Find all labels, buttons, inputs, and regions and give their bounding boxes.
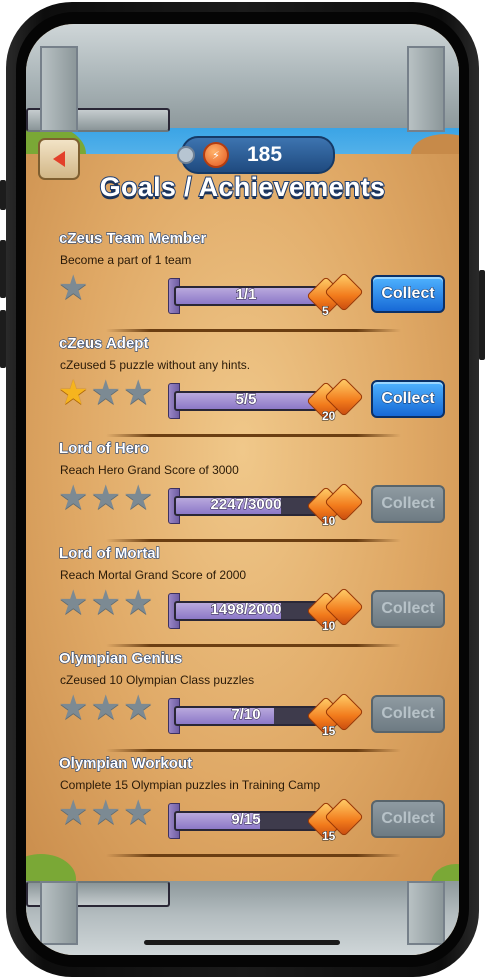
- achievement-title: Lord of Hero: [58, 439, 149, 457]
- achievement-description: cZeused 5 puzzle without any hints.: [60, 358, 251, 372]
- reward-gems: 15: [306, 797, 364, 849]
- star-icon: ★: [122, 583, 154, 623]
- star-icon: ★: [90, 478, 121, 518]
- stone-frame-top: [26, 24, 459, 132]
- achievement-row: Olympian Genius cZeused 10 Olympian Clas…: [26, 649, 459, 755]
- pill-knob: [177, 146, 195, 164]
- mute-switch: [0, 180, 6, 210]
- stone-bracket-left: [40, 46, 78, 132]
- progress-text: 7/10: [231, 706, 261, 724]
- power-button: [479, 270, 485, 360]
- collect-button[interactable]: Collect: [371, 695, 445, 733]
- achievement-description: Complete 15 Olympian puzzles in Training…: [60, 778, 321, 792]
- row-divider: [106, 749, 401, 752]
- achievement-row: cZeus Adept cZeused 5 puzzle without any…: [26, 334, 459, 440]
- coin-count: 185: [247, 143, 283, 166]
- star-icon: ★: [90, 793, 121, 833]
- coin-counter: ⚡ 185: [177, 136, 335, 174]
- achievement-row: Lord of Mortal Reach Mortal Grand Score …: [26, 544, 459, 650]
- star-icon: ★: [122, 373, 154, 413]
- row-divider: [106, 539, 401, 542]
- progress-bar: 7/10: [174, 706, 318, 726]
- game-screen: ⚡ 185 Goals / Achievements cZeus Team Me…: [26, 24, 459, 955]
- achievement-row: cZeus Team Member Become a part of 1 tea…: [26, 229, 459, 335]
- collect-button[interactable]: Collect: [371, 800, 445, 838]
- star-icon: ★: [122, 688, 154, 728]
- volume-up-button: [0, 240, 6, 298]
- star-icon: ★: [58, 583, 89, 623]
- star-icon: ★: [90, 688, 121, 728]
- stone-frame-bottom: [26, 881, 459, 955]
- achievement-description: Reach Hero Grand Score of 3000: [60, 463, 239, 477]
- achievement-description: Reach Mortal Grand Score of 2000: [60, 568, 247, 582]
- achievement-title: Olympian Genius: [58, 649, 183, 667]
- star-icon: ★: [90, 583, 121, 623]
- achievement-title: cZeus Adept: [58, 334, 149, 352]
- row-divider: [106, 854, 401, 857]
- progress-text: 5/5: [235, 391, 257, 409]
- reward-amount: 10: [321, 619, 336, 634]
- achievement-row: Lord of Hero Reach Hero Grand Score of 3…: [26, 439, 459, 545]
- star-rating: ★: [58, 270, 88, 306]
- progress-text: 9/15: [231, 811, 261, 829]
- page-title: Goals / Achievements: [99, 171, 386, 203]
- star-rating: ★ ★ ★: [58, 585, 153, 621]
- achievement-title: Lord of Mortal: [58, 544, 160, 562]
- reward-amount: 20: [321, 409, 336, 424]
- progress-text: 2247/3000: [210, 496, 282, 514]
- progress-bar: 5/5: [174, 391, 318, 411]
- home-indicator[interactable]: [144, 940, 340, 945]
- collect-button[interactable]: Collect: [371, 590, 445, 628]
- row-divider: [106, 329, 401, 332]
- reward-gems: 5: [306, 272, 364, 324]
- achievement-title: Olympian Workout: [58, 754, 193, 772]
- reward-gems: 10: [306, 482, 364, 534]
- star-icon: ★: [58, 688, 89, 728]
- collect-button[interactable]: Collect: [371, 275, 445, 313]
- row-divider: [106, 434, 401, 437]
- lightning-coin-icon: ⚡: [203, 142, 229, 168]
- star-icon: ★: [90, 373, 121, 413]
- volume-down-button: [0, 310, 6, 368]
- collect-button[interactable]: Collect: [371, 380, 445, 418]
- row-divider: [106, 644, 401, 647]
- progress-bar: 9/15: [174, 811, 318, 831]
- progress-text: 1/1: [235, 286, 257, 304]
- stone-bracket-bottom-right: [407, 881, 445, 945]
- stone-bracket-right: [407, 46, 445, 132]
- star-icon: ★: [122, 478, 154, 518]
- progress-bar: 1/1: [174, 286, 318, 306]
- star-rating: ★ ★ ★: [58, 480, 153, 516]
- star-icon: ★: [58, 268, 89, 308]
- reward-gems: 10: [306, 587, 364, 639]
- reward-amount: 15: [321, 829, 336, 844]
- achievement-description: Become a part of 1 team: [60, 253, 192, 267]
- achievement-title: cZeus Team Member: [58, 229, 207, 247]
- back-arrow-icon: [53, 151, 65, 167]
- star-rating: ★ ★ ★: [58, 690, 153, 726]
- progress-bar: 1498/2000: [174, 601, 318, 621]
- star-icon: ★: [58, 373, 89, 413]
- star-icon: ★: [58, 478, 89, 518]
- reward-gems: 20: [306, 377, 364, 429]
- collect-button[interactable]: Collect: [371, 485, 445, 523]
- reward-gems: 15: [306, 692, 364, 744]
- star-rating: ★ ★ ★: [58, 795, 153, 831]
- achievement-row: Olympian Workout Complete 15 Olympian pu…: [26, 754, 459, 860]
- achievement-description: cZeused 10 Olympian Class puzzles: [60, 673, 255, 687]
- star-icon: ★: [122, 793, 154, 833]
- reward-amount: 15: [321, 724, 336, 739]
- stone-bracket-bottom-left: [40, 881, 78, 945]
- star-icon: ★: [58, 793, 89, 833]
- progress-bar: 2247/3000: [174, 496, 318, 516]
- progress-text: 1498/2000: [210, 601, 282, 619]
- reward-amount: 10: [321, 514, 336, 529]
- star-rating: ★ ★ ★: [58, 375, 153, 411]
- reward-amount: 5: [322, 304, 330, 319]
